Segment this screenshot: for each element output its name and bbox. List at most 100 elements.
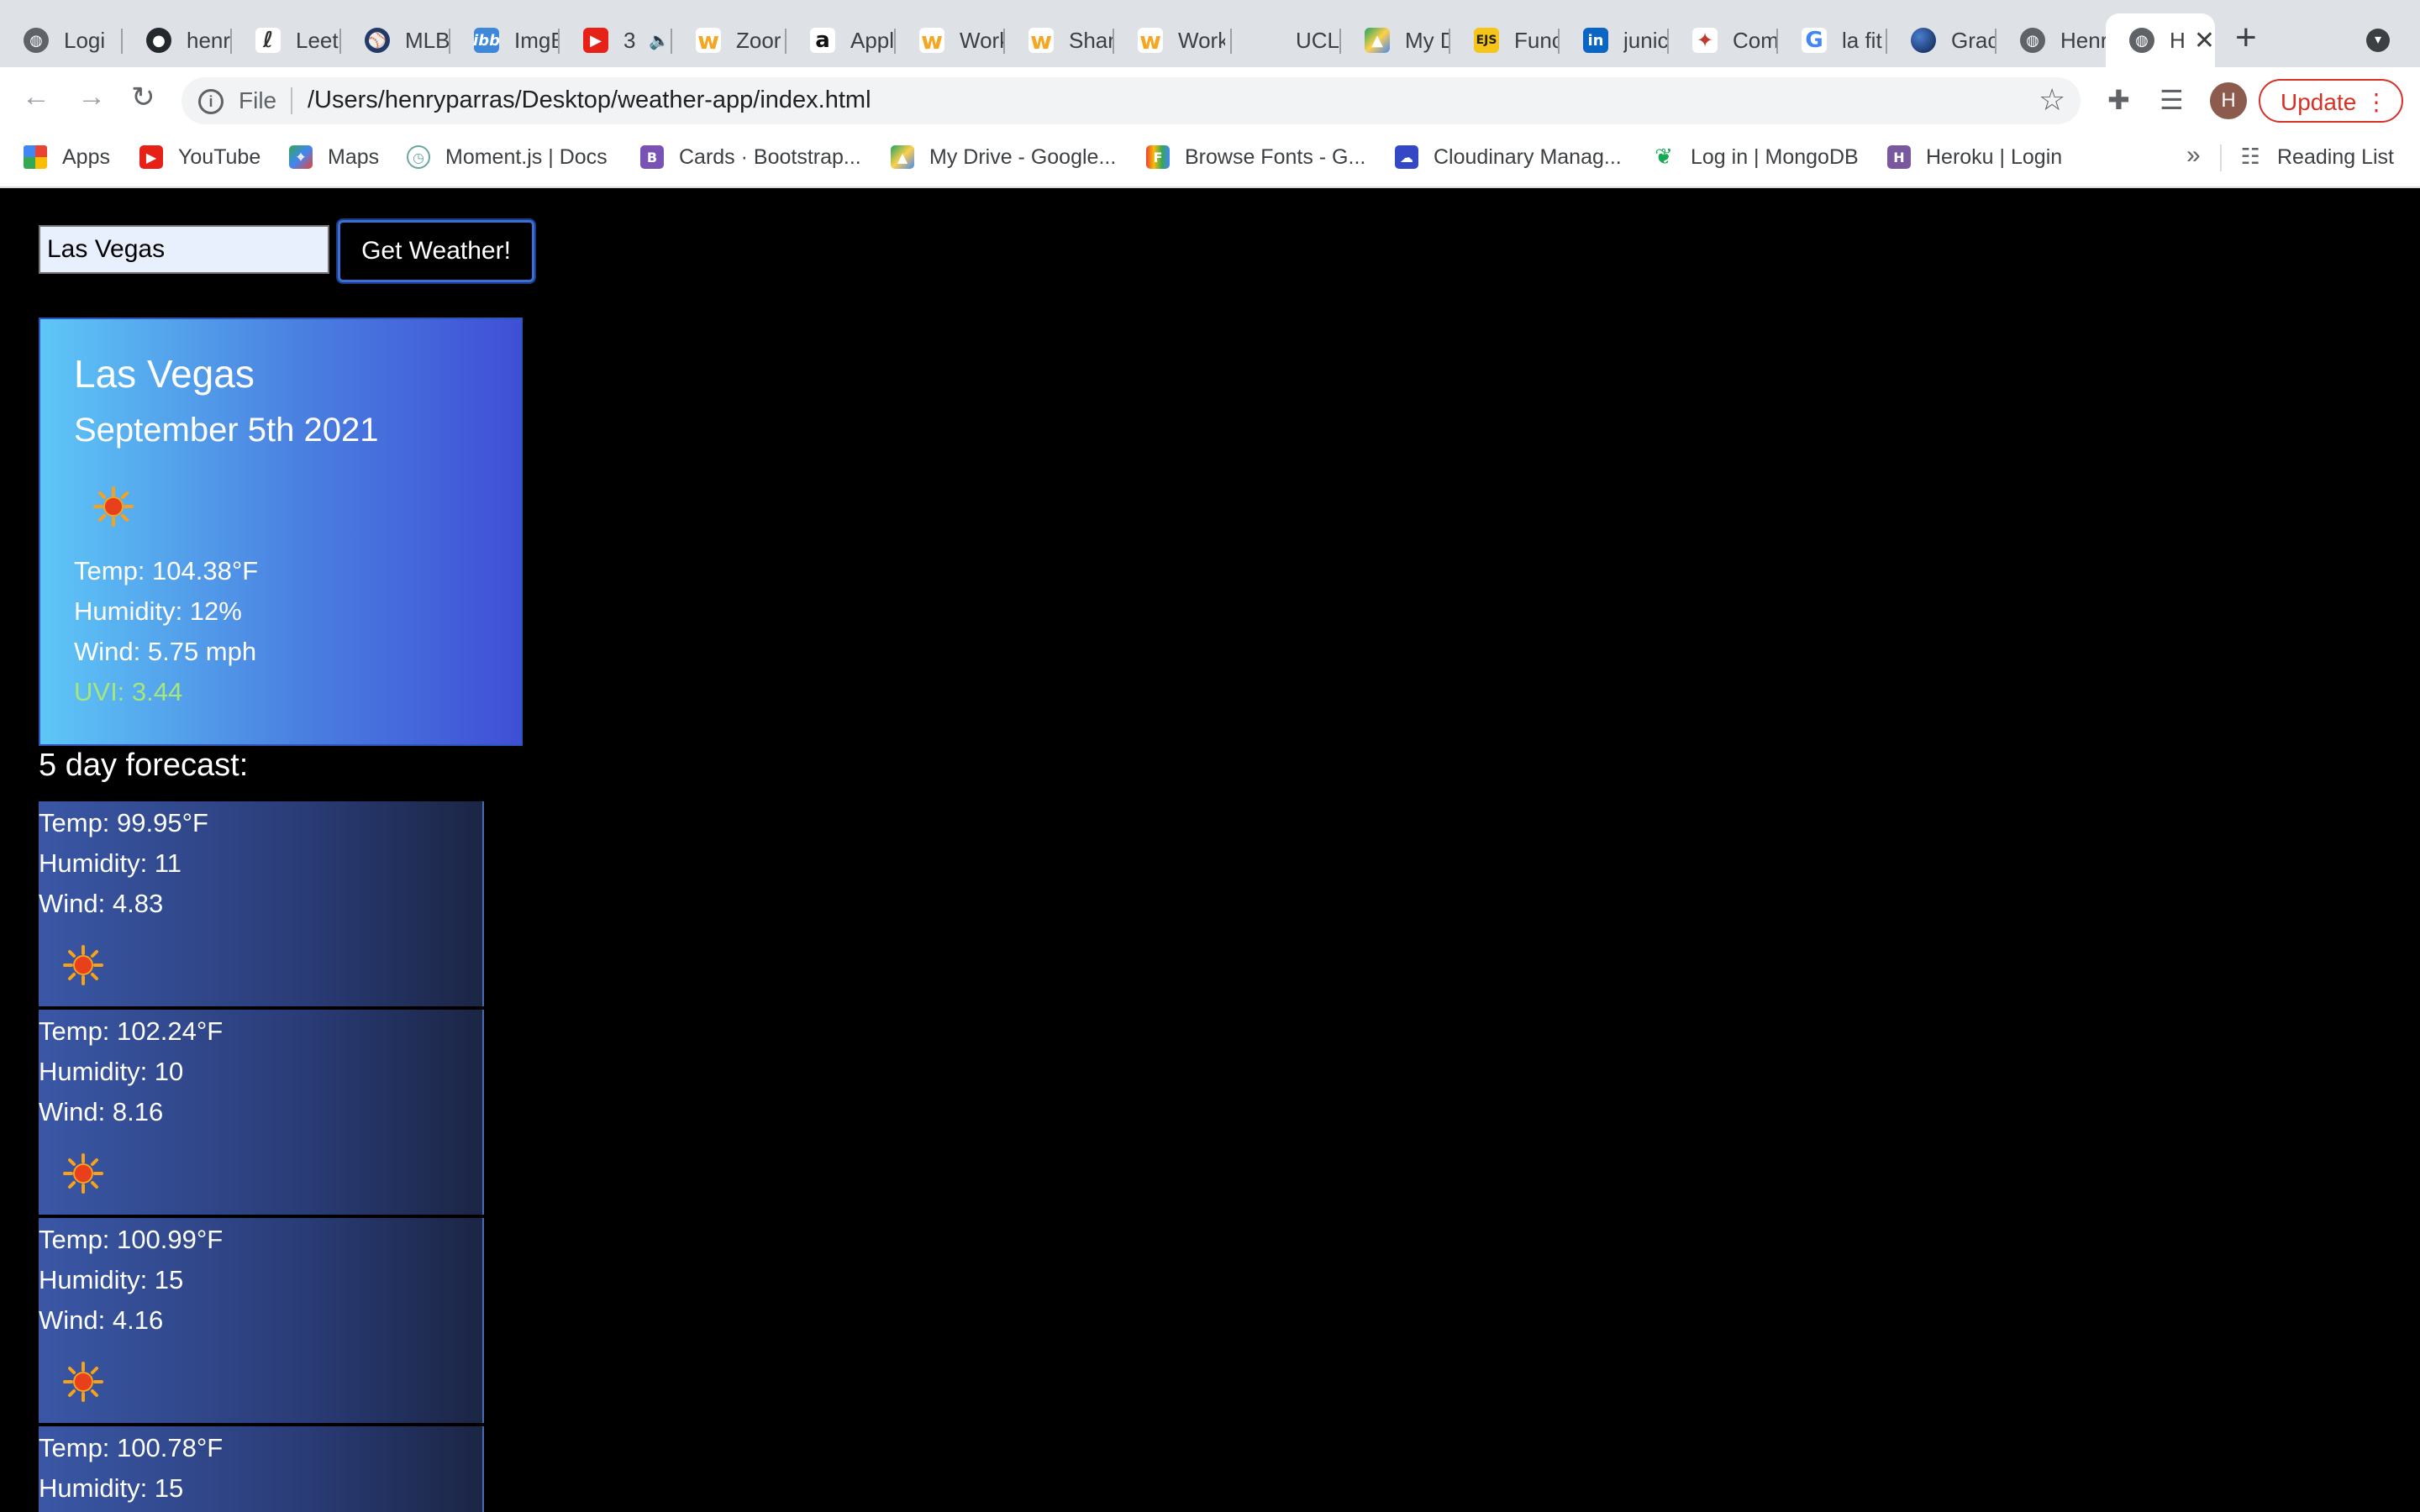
heroku-icon: H [1887, 145, 1911, 169]
bookmark-apps[interactable]: Apps [24, 143, 110, 171]
cloudinary-icon: ☁ [1395, 145, 1418, 169]
forecast-heading: 5 day forecast: [39, 748, 249, 783]
workday-icon: w [919, 27, 944, 55]
current-weather-card: Las Vegas September 5th 2021 Temp: 104.3… [39, 318, 523, 746]
reload-icon[interactable]: ↻ [131, 81, 155, 114]
extensions-puzzle-icon[interactable]: ✚ [2107, 84, 2130, 116]
linkedin-icon: in [1583, 28, 1608, 53]
forecast-temp: Temp: 99.95°F [39, 808, 208, 837]
bootstrap-icon: B [640, 145, 664, 169]
google-icon: G [1802, 28, 1827, 53]
bookmark-youtube[interactable]: ▶ YouTube [139, 143, 260, 171]
bookmark-heroku[interactable]: H Heroku | Login [1887, 143, 2062, 171]
tab[interactable]: in junic [1560, 13, 1669, 67]
tab[interactable]: ◍ Logi [0, 13, 123, 67]
bookmark-cloudinary[interactable]: ☁ Cloudinary Manag... [1395, 143, 1622, 171]
url-text[interactable]: /Users/henryparras/Desktop/weather-app/i… [308, 87, 871, 114]
forecast-temp: Temp: 100.99°F [39, 1225, 224, 1254]
tab[interactable]: w Work [896, 13, 1005, 67]
circle-icon [1911, 28, 1936, 53]
tab-search-chevron-icon[interactable]: ▾ [2366, 29, 2390, 52]
new-tab-plus-icon[interactable]: + [2235, 17, 2257, 59]
forecast-wind: Wind: 8.16 [39, 1097, 164, 1126]
tab[interactable]: a Appl [786, 13, 896, 67]
url-scheme-label: File [239, 87, 277, 113]
current-temp: Temp: 104.38°F [74, 556, 259, 585]
tab[interactable]: ⚾ MLB [341, 13, 450, 67]
bookmark-google-fonts[interactable]: F Browse Fonts - G... [1146, 143, 1365, 171]
workday-icon: w [1028, 27, 1054, 55]
back-arrow-icon[interactable]: ← [22, 81, 50, 113]
maps-icon: ⌖ [289, 145, 313, 169]
mongodb-leaf-icon: ❦ [1655, 144, 1673, 170]
close-tab-icon[interactable]: ✕ [2194, 26, 2215, 55]
mlb-icon: ⚾ [365, 28, 390, 53]
tab[interactable]: ▲ My D [1341, 13, 1450, 67]
bookmark-moment[interactable]: ◷ Moment.js | Docs [407, 143, 608, 171]
forecast-day-card: Temp: 99.95°F Humidity: 11 Wind: 4.83 [39, 801, 484, 1006]
kebab-menu-icon[interactable]: ⋮ [2365, 81, 2388, 124]
city-search-input[interactable] [39, 225, 329, 274]
bookmark-mongodb[interactable]: ❦ Log in | MongoDB [1652, 143, 1859, 171]
globe-icon: ◍ [2020, 28, 2045, 53]
github-icon: ● [146, 28, 171, 53]
current-uvi: UVI: 3.44 [74, 677, 183, 706]
bookmark-star-icon[interactable]: ☆ [2039, 82, 2065, 118]
forward-arrow-icon[interactable]: → [77, 81, 106, 113]
workday-icon: w [1138, 27, 1163, 55]
apps-grid-icon [24, 145, 47, 169]
tab[interactable]: ◍ Henr [1996, 13, 2106, 67]
sun-icon [62, 944, 104, 986]
avatar[interactable]: H [2210, 82, 2247, 119]
ucla-icon [1255, 28, 1281, 53]
tab[interactable]: w Zoor [672, 13, 786, 67]
forecast-temp: Temp: 100.78°F [39, 1433, 224, 1462]
speaker-icon[interactable]: 🔈 [649, 30, 670, 51]
info-icon[interactable]: i [198, 89, 224, 114]
current-date: September 5th 2021 [74, 412, 379, 449]
amazon-icon: a [810, 28, 835, 53]
bookmark-maps[interactable]: ⌖ Maps [289, 143, 379, 171]
update-button[interactable]: Update ⋮ [2259, 79, 2403, 123]
bookmarks-divider [2220, 144, 2222, 171]
reading-list-icon: ☷ [2240, 144, 2260, 170]
google-drive-icon: ▲ [891, 145, 914, 169]
media-queue-icon[interactable]: ☰ [2160, 84, 2184, 116]
workday-icon: w [696, 27, 721, 55]
tab[interactable]: UCL [1232, 13, 1341, 67]
imgbb-icon: ibb [473, 28, 500, 53]
reading-list-button[interactable]: ☷ Reading List [2238, 143, 2394, 171]
forecast-day-card: Temp: 100.99°F Humidity: 15 Wind: 4.16 [39, 1218, 484, 1423]
tab[interactable]: ℓ Leet [232, 13, 341, 67]
forecast-day-card: Temp: 100.78°F Humidity: 15 [39, 1426, 484, 1512]
tab[interactable]: ● henr [123, 13, 232, 67]
tab[interactable]: w Shar [1005, 13, 1114, 67]
sun-icon [62, 1152, 104, 1194]
tab-strip: ◍ Logi ● henr ℓ Leet ⚾ MLB ibb ImgB ▶ 3 🔈 w Zoor… [0, 0, 2420, 67]
ejs-icon: EJS [1474, 28, 1499, 53]
tab[interactable]: ▶ 3 🔈 [560, 13, 672, 67]
bookmark-google-drive[interactable]: ▲ My Drive - Google... [891, 143, 1116, 171]
tab[interactable]: Grac [1887, 13, 1996, 67]
get-weather-button[interactable]: Get Weather! [338, 220, 534, 282]
tab-active[interactable]: ◍ H ✕ [2106, 13, 2215, 67]
current-wind: Wind: 5.75 mph [74, 637, 257, 666]
omnibox-divider [291, 87, 292, 114]
forecast-temp: Temp: 102.24°F [39, 1016, 224, 1046]
bookmarks-overflow-chevron-icon[interactable]: » [2186, 141, 2201, 170]
bird-icon: ✦ [1692, 28, 1718, 53]
bookmark-bootstrap[interactable]: B Cards · Bootstrap... [640, 143, 861, 171]
tab[interactable]: Gla fit [1778, 13, 1887, 67]
current-humidity: Humidity: 12% [74, 596, 242, 626]
tab[interactable]: ✦ Com [1669, 13, 1778, 67]
forecast-day-card: Temp: 102.24°F Humidity: 10 Wind: 8.16 [39, 1010, 484, 1215]
current-city-name: Las Vegas [74, 352, 255, 396]
google-drive-icon: ▲ [1365, 28, 1390, 53]
forecast-wind: Wind: 4.83 [39, 889, 164, 918]
tab[interactable]: ibb ImgB [450, 13, 560, 67]
clock-icon: ◷ [407, 145, 430, 169]
tab[interactable]: w Work [1114, 13, 1232, 67]
tab[interactable]: EJS Func [1450, 13, 1560, 67]
leetcode-icon: ℓ [255, 28, 281, 53]
globe-icon: ◍ [24, 28, 49, 53]
